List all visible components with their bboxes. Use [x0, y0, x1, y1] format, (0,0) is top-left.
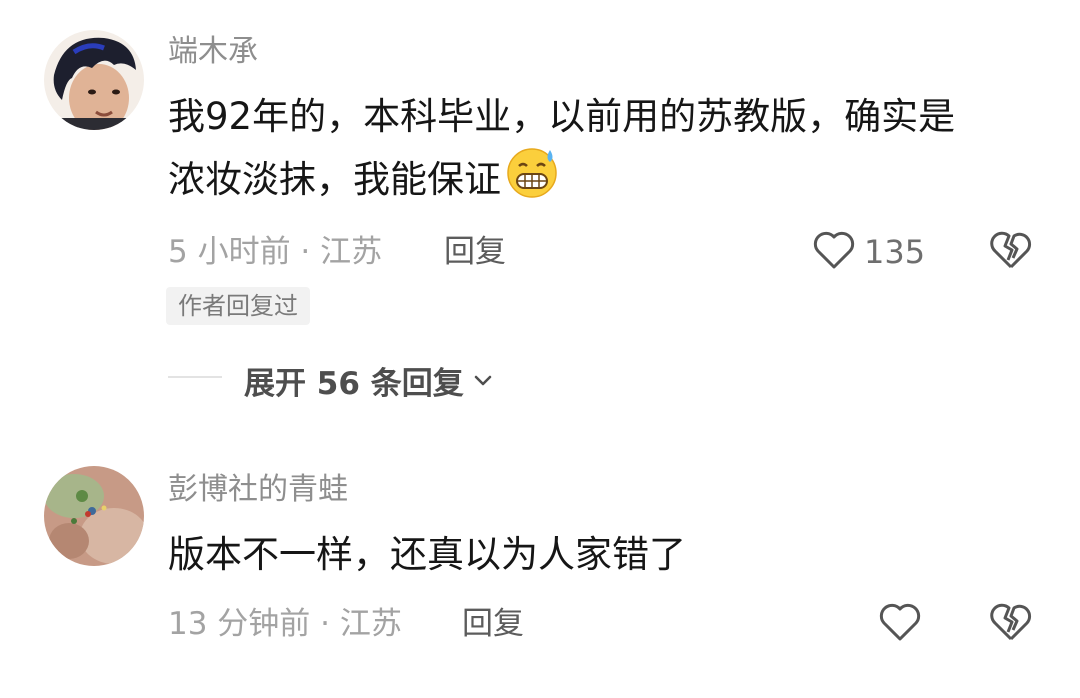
dislike-button[interactable]: [990, 602, 1032, 646]
comment-text-line: 我92年的，本科毕业，以前用的苏教版，确实是: [168, 95, 956, 138]
chevron-down-icon: [472, 363, 494, 399]
like-count: 135: [864, 233, 926, 271]
reply-button[interactable]: 回复: [444, 232, 506, 272]
like-button[interactable]: [878, 602, 922, 646]
dislike-button[interactable]: [990, 230, 1032, 274]
expand-replies-button[interactable]: 展开 56 条回复: [244, 358, 494, 403]
grimacing-sweat-emoji-icon: [505, 146, 559, 217]
username[interactable]: 彭博社的青蛙: [168, 472, 348, 508]
heart-outline-icon: [812, 230, 856, 274]
comment-meta: 13 分钟前 · 江苏: [168, 606, 402, 642]
username[interactable]: 端木承: [168, 34, 258, 70]
comment-text: 我92年的，本科毕业，以前用的苏教版，确实是 浓妆淡抹，我能保证: [168, 88, 1048, 217]
like-button[interactable]: 135: [812, 230, 925, 274]
avatar[interactable]: [44, 466, 144, 566]
expand-divider: [168, 376, 222, 378]
expand-replies-label: 展开 56 条回复: [244, 366, 464, 402]
broken-heart-icon: [990, 603, 1032, 646]
author-replied-badge: 作者回复过: [166, 287, 310, 325]
comment-text: 版本不一样，还真以为人家错了: [168, 533, 686, 576]
avatar[interactable]: [44, 30, 144, 130]
broken-heart-icon: [990, 231, 1032, 274]
reply-button[interactable]: 回复: [462, 604, 524, 644]
heart-outline-icon: [878, 603, 922, 646]
comment-text-line: 浓妆淡抹，我能保证: [168, 146, 1048, 217]
comment-meta: 5 小时前 · 江苏: [168, 234, 383, 270]
comment-text-line-content: 浓妆淡抹，我能保证: [168, 158, 501, 201]
